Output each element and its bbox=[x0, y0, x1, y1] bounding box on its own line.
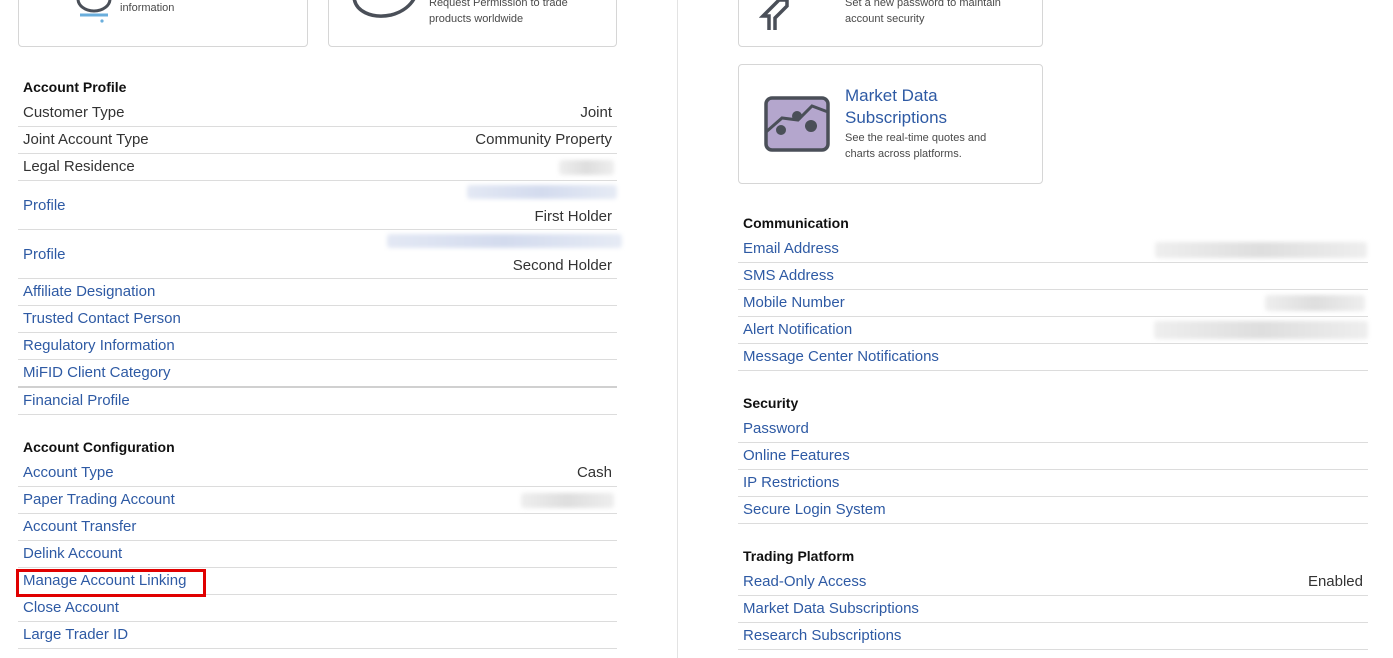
globe-trade-icon bbox=[351, 0, 417, 24]
joint-account-type-row: Joint Account Type Community Property bbox=[18, 127, 617, 154]
row-label: Customer Type bbox=[23, 104, 125, 121]
row-value: Joint bbox=[580, 104, 612, 121]
secure-login-link[interactable]: Secure Login System bbox=[743, 497, 886, 523]
password-row: Password bbox=[738, 416, 1368, 443]
account-type-row: Account Type Cash bbox=[18, 460, 617, 487]
alert-notification-row: Alert Notification bbox=[738, 317, 1368, 344]
financial-profile-row: Financial Profile bbox=[18, 388, 617, 415]
message-center-link[interactable]: Message Center Notifications bbox=[743, 344, 939, 370]
ip-restrictions-link[interactable]: IP Restrictions bbox=[743, 470, 839, 496]
market-data-subscriptions-row: Market Data Subscriptions bbox=[738, 596, 1368, 623]
large-trader-id-link[interactable]: Large Trader ID bbox=[23, 622, 128, 648]
email-address-link[interactable]: Email Address bbox=[743, 236, 839, 262]
password-card[interactable]: Set a new password to maintain account s… bbox=[738, 0, 1043, 47]
card-description-line-2: account security bbox=[845, 13, 925, 25]
regulatory-information-link[interactable]: Regulatory Information bbox=[23, 333, 175, 359]
trading-permissions-card[interactable]: Request Permission to trade products wor… bbox=[328, 0, 617, 47]
profile-second-holder-row: Profile Second Holder bbox=[18, 230, 622, 279]
row-value: First Holder bbox=[534, 208, 612, 225]
section-title: Account Configuration bbox=[23, 439, 175, 455]
sms-address-row: SMS Address bbox=[738, 263, 1368, 290]
research-subscriptions-link[interactable]: Research Subscriptions bbox=[743, 623, 901, 649]
account-type-link[interactable]: Account Type bbox=[23, 460, 114, 486]
market-data-subscriptions-card[interactable]: Market Data Subscriptions See the real-t… bbox=[738, 64, 1043, 184]
paper-trading-link[interactable]: Paper Trading Account bbox=[23, 487, 175, 513]
section-title: Security bbox=[743, 395, 799, 411]
close-account-link[interactable]: Close Account bbox=[23, 595, 119, 621]
ip-restrictions-row: IP Restrictions bbox=[738, 470, 1368, 497]
online-features-row: Online Features bbox=[738, 443, 1368, 470]
row-label: Legal Residence bbox=[23, 158, 135, 175]
mifid-category-row: MiFID Client Category bbox=[18, 360, 617, 388]
customer-type-row: Customer Type Joint bbox=[18, 100, 617, 127]
paper-trading-row: Paper Trading Account bbox=[18, 487, 617, 514]
redacted-name bbox=[387, 234, 622, 248]
card-description-line-2: products worldwide bbox=[429, 13, 524, 25]
affiliate-designation-link[interactable]: Affiliate Designation bbox=[23, 279, 155, 305]
redacted-value bbox=[1265, 295, 1365, 311]
manage-account-linking-link[interactable]: Manage Account Linking bbox=[23, 568, 186, 594]
account-transfer-row: Account Transfer bbox=[18, 514, 617, 541]
row-value: Enabled bbox=[1307, 573, 1363, 590]
trusted-contact-row: Trusted Contact Person bbox=[18, 306, 617, 333]
affiliate-designation-row: Affiliate Designation bbox=[18, 279, 617, 306]
redacted-value bbox=[1155, 242, 1367, 258]
section-title: Account Profile bbox=[23, 79, 127, 95]
delink-account-link[interactable]: Delink Account bbox=[23, 541, 122, 567]
redacted-value bbox=[559, 160, 614, 175]
card-description-line-1: Request Permission to trade bbox=[429, 0, 568, 9]
row-value: Cash bbox=[576, 464, 612, 481]
mifid-category-link[interactable]: MiFID Client Category bbox=[23, 360, 171, 386]
large-trader-id-row: Large Trader ID bbox=[18, 622, 617, 649]
security-section: Security Password Online Features IP Res… bbox=[738, 388, 1368, 524]
secure-login-row: Secure Login System bbox=[738, 497, 1368, 524]
read-only-access-link[interactable]: Read-Only Access bbox=[743, 569, 866, 595]
close-account-row: Close Account bbox=[18, 595, 617, 622]
financial-profile-link[interactable]: Financial Profile bbox=[23, 388, 130, 414]
section-title: Trading Platform bbox=[743, 548, 855, 564]
alert-notification-link[interactable]: Alert Notification bbox=[743, 317, 852, 343]
manage-account-linking-row: Manage Account Linking bbox=[18, 568, 617, 595]
key-icon bbox=[758, 0, 799, 35]
profile-link[interactable]: Profile bbox=[23, 193, 66, 219]
trusted-contact-link[interactable]: Trusted Contact Person bbox=[23, 306, 181, 332]
redacted-value bbox=[521, 493, 614, 508]
card-title-line-2[interactable]: Subscriptions bbox=[845, 107, 947, 129]
card-description-line-1: Set a new password to maintain bbox=[845, 0, 1001, 9]
password-link[interactable]: Password bbox=[743, 416, 809, 442]
mobile-number-row: Mobile Number bbox=[738, 290, 1368, 317]
communication-section: Communication Email Address SMS Address … bbox=[738, 208, 1368, 371]
redacted-name bbox=[467, 185, 617, 199]
chart-monitor-icon bbox=[764, 96, 830, 157]
account-profile-section: Account Profile Customer Type Joint Join… bbox=[18, 72, 622, 415]
row-label: Joint Account Type bbox=[23, 131, 149, 148]
regulatory-information-row: Regulatory Information bbox=[18, 333, 617, 360]
card-description-line-2: charts across platforms. bbox=[845, 148, 962, 160]
row-value: Community Property bbox=[475, 131, 612, 148]
market-data-subscriptions-link[interactable]: Market Data Subscriptions bbox=[743, 596, 919, 622]
profile-first-holder-row: Profile First Holder bbox=[18, 181, 617, 230]
legal-residence-row: Legal Residence bbox=[18, 154, 617, 181]
card-title-line-1[interactable]: Market Data bbox=[845, 85, 938, 107]
email-address-row: Email Address bbox=[738, 236, 1368, 263]
account-transfer-link[interactable]: Account Transfer bbox=[23, 514, 136, 540]
row-value: Second Holder bbox=[512, 257, 612, 274]
message-center-row: Message Center Notifications bbox=[738, 344, 1368, 371]
account-configuration-section: Account Configuration Account Type Cash … bbox=[18, 432, 617, 649]
trading-platform-section: Trading Platform Read-Only Access Enable… bbox=[738, 541, 1368, 650]
profile-link[interactable]: Profile bbox=[23, 242, 66, 268]
card-description: information bbox=[120, 2, 175, 14]
section-title: Communication bbox=[743, 215, 849, 231]
information-icon bbox=[74, 0, 114, 28]
account-information-card[interactable]: information bbox=[18, 0, 308, 47]
sms-address-link[interactable]: SMS Address bbox=[743, 263, 834, 289]
read-only-access-row: Read-Only Access Enabled bbox=[738, 569, 1368, 596]
research-subscriptions-row: Research Subscriptions bbox=[738, 623, 1368, 650]
column-divider bbox=[677, 0, 678, 658]
redacted-value bbox=[1154, 321, 1368, 339]
card-description-line-1: See the real-time quotes and bbox=[845, 132, 987, 144]
mobile-number-link[interactable]: Mobile Number bbox=[743, 290, 845, 316]
delink-account-row: Delink Account bbox=[18, 541, 617, 568]
online-features-link[interactable]: Online Features bbox=[743, 443, 850, 469]
